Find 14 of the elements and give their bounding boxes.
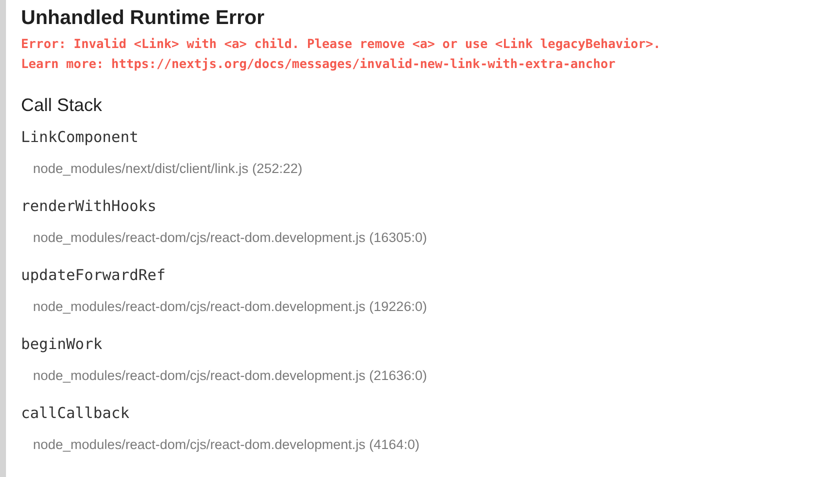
stack-frame-location: node_modules/next/dist/client/link.js (252:22) — [33, 160, 304, 178]
stack-frame-location: node_modules/react-dom/cjs/react-dom.development.js (16305:0) — [33, 229, 428, 247]
stack-frame-location: node_modules/react-dom/cjs/react-dom.development.js (4164:0) — [33, 436, 420, 454]
error-message: Learn more: https://nextjs.org/docs/messages/invalid-new-link-with-extra-anchor — [21, 55, 617, 73]
error-message: Error: Invalid <Link> with <a> child. Please remove <a> or use <Link legacyBehavior>. — [21, 35, 661, 53]
error-title: Unhandled Runtime Error — [21, 6, 266, 31]
section-heading: Call Stack — [21, 94, 104, 117]
stack-frame-function: beginWork — [21, 334, 104, 354]
stack-frame-function: renderWithHooks — [21, 196, 158, 216]
stack-frame-location: node_modules/react-dom/cjs/react-dom.development.js (21636:0) — [33, 367, 428, 385]
stack-frame-function: callCallback — [21, 403, 130, 423]
stack-frame-location: node_modules/react-dom/cjs/react-dom.development.js (19226:0) — [33, 298, 428, 316]
stack-frame-function: LinkComponent — [21, 127, 140, 147]
stack-frame-function: updateForwardRef — [21, 265, 166, 285]
